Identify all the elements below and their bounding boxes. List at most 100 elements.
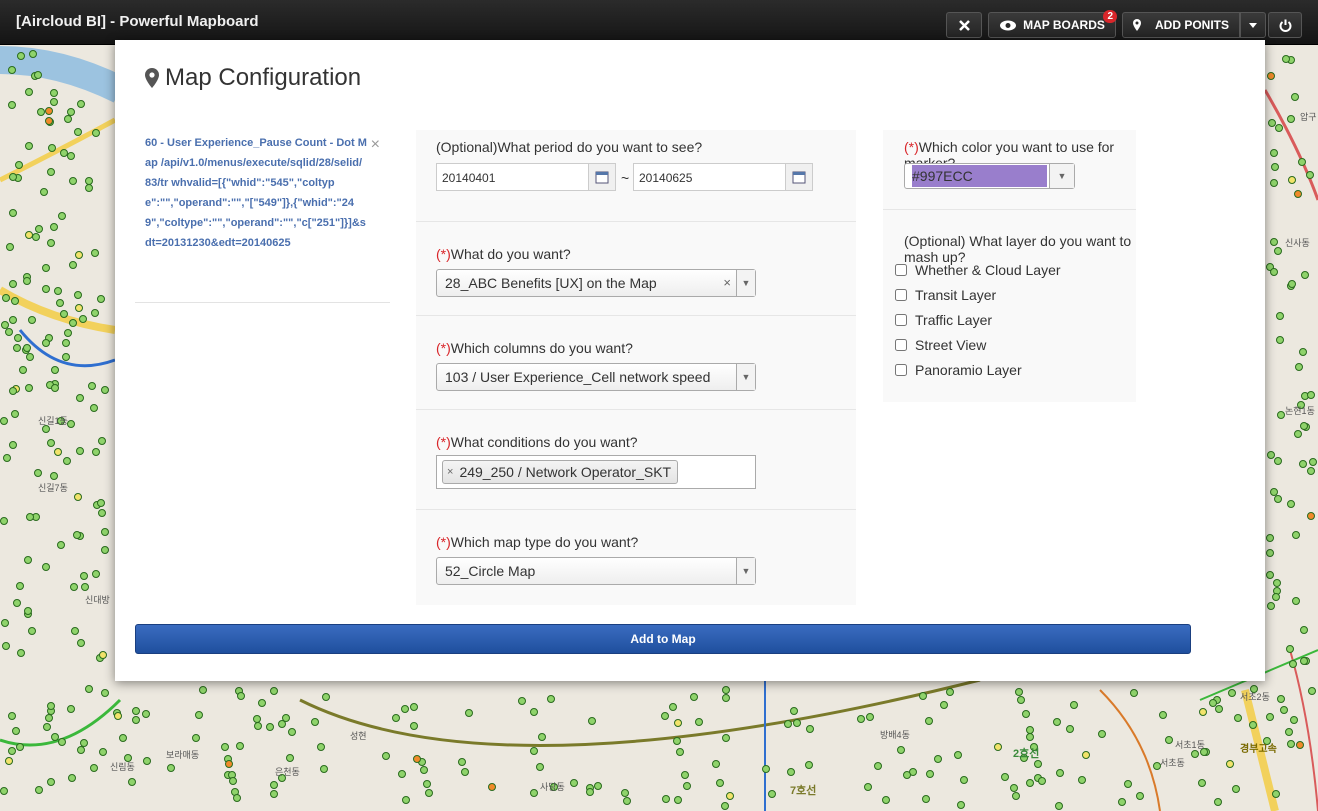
- map-marker-dot[interactable]: [1282, 55, 1290, 63]
- map-marker-dot[interactable]: [11, 297, 19, 305]
- map-marker-dot[interactable]: [42, 339, 50, 347]
- map-marker-dot[interactable]: [392, 714, 400, 722]
- map-marker-dot[interactable]: [132, 707, 140, 715]
- map-marker-dot[interactable]: [1056, 769, 1064, 777]
- map-marker-dot[interactable]: [1232, 785, 1240, 793]
- map-marker-dot[interactable]: [1124, 780, 1132, 788]
- map-marker-dot[interactable]: [669, 703, 677, 711]
- map-marker-dot[interactable]: [762, 765, 770, 773]
- map-marker-dot[interactable]: [1022, 710, 1030, 718]
- layer-traffic[interactable]: Traffic Layer: [895, 312, 992, 328]
- map-marker-dot[interactable]: [1066, 725, 1074, 733]
- map-marker-dot[interactable]: [1010, 784, 1018, 792]
- map-marker-dot[interactable]: [1266, 534, 1274, 542]
- map-marker-dot[interactable]: [12, 727, 20, 735]
- map-marker-dot[interactable]: [1300, 657, 1308, 665]
- map-marker-dot[interactable]: [5, 328, 13, 336]
- map-marker-dot[interactable]: [1228, 689, 1236, 697]
- map-marker-dot[interactable]: [1292, 531, 1300, 539]
- map-marker-dot[interactable]: [960, 776, 968, 784]
- map-marker-dot[interactable]: [92, 570, 100, 578]
- map-marker-dot[interactable]: [81, 583, 89, 591]
- map-marker-dot[interactable]: [410, 722, 418, 730]
- map-marker-dot[interactable]: [1277, 695, 1285, 703]
- map-marker-dot[interactable]: [1271, 163, 1279, 171]
- map-marker-dot[interactable]: [721, 802, 729, 810]
- map-marker-dot[interactable]: [1307, 512, 1315, 520]
- map-marker-dot[interactable]: [805, 761, 813, 769]
- map-marker-dot[interactable]: [16, 582, 24, 590]
- map-marker-dot[interactable]: [1277, 411, 1285, 419]
- map-marker-dot[interactable]: [1270, 268, 1278, 276]
- map-marker-dot[interactable]: [994, 743, 1002, 751]
- map-marker-dot[interactable]: [1165, 736, 1173, 744]
- map-marker-dot[interactable]: [1275, 124, 1283, 132]
- conditions-multiselect[interactable]: × 249_250 / Network Operator_SKT: [436, 455, 756, 489]
- map-marker-dot[interactable]: [768, 790, 776, 798]
- map-marker-dot[interactable]: [594, 782, 602, 790]
- map-marker-dot[interactable]: [42, 264, 50, 272]
- map-marker-dot[interactable]: [681, 771, 689, 779]
- data-source-select[interactable]: 28_ABC Benefits [UX] on the Map × ▼: [436, 269, 756, 297]
- map-marker-dot[interactable]: [47, 168, 55, 176]
- map-marker-dot[interactable]: [623, 797, 631, 805]
- map-marker-dot[interactable]: [716, 779, 724, 787]
- map-marker-dot[interactable]: [2, 642, 10, 650]
- map-marker-dot[interactable]: [45, 107, 53, 115]
- map-marker-dot[interactable]: [1249, 721, 1257, 729]
- map-marker-dot[interactable]: [70, 583, 78, 591]
- map-marker-dot[interactable]: [132, 716, 140, 724]
- map-marker-dot[interactable]: [458, 758, 466, 766]
- map-marker-dot[interactable]: [195, 711, 203, 719]
- map-marker-dot[interactable]: [99, 651, 107, 659]
- map-marker-dot[interactable]: [1276, 312, 1284, 320]
- map-marker-dot[interactable]: [67, 420, 75, 428]
- map-marker-dot[interactable]: [3, 454, 11, 462]
- map-marker-dot[interactable]: [570, 779, 578, 787]
- map-marker-dot[interactable]: [806, 725, 814, 733]
- map-marker-dot[interactable]: [90, 404, 98, 412]
- map-marker-dot[interactable]: [101, 386, 109, 394]
- map-marker-dot[interactable]: [946, 688, 954, 696]
- map-marker-dot[interactable]: [1215, 705, 1223, 713]
- map-marker-dot[interactable]: [1234, 714, 1242, 722]
- end-date-input[interactable]: 20140625: [633, 163, 813, 191]
- map-marker-dot[interactable]: [1270, 238, 1278, 246]
- map-marker-dot[interactable]: [1198, 779, 1206, 787]
- map-marker-dot[interactable]: [1270, 149, 1278, 157]
- start-date-input[interactable]: 20140401: [436, 163, 616, 191]
- map-marker-dot[interactable]: [1136, 792, 1144, 800]
- map-marker-dot[interactable]: [1276, 336, 1284, 344]
- map-marker-dot[interactable]: [488, 783, 496, 791]
- map-marker-dot[interactable]: [530, 747, 538, 755]
- map-marker-dot[interactable]: [402, 796, 410, 804]
- map-marker-dot[interactable]: [957, 801, 965, 809]
- map-marker-dot[interactable]: [57, 541, 65, 549]
- map-marker-dot[interactable]: [413, 755, 421, 763]
- map-marker-dot[interactable]: [674, 796, 682, 804]
- map-marker-dot[interactable]: [28, 316, 36, 324]
- layer-checkbox[interactable]: [895, 364, 907, 376]
- map-marker-dot[interactable]: [1, 619, 9, 627]
- map-marker-dot[interactable]: [897, 746, 905, 754]
- map-marker-dot[interactable]: [64, 115, 72, 123]
- map-marker-dot[interactable]: [63, 457, 71, 465]
- map-marker-dot[interactable]: [50, 89, 58, 97]
- map-marker-dot[interactable]: [35, 786, 43, 794]
- map-marker-dot[interactable]: [69, 261, 77, 269]
- map-marker-dot[interactable]: [1017, 696, 1025, 704]
- map-marker-dot[interactable]: [11, 410, 19, 418]
- map-marker-dot[interactable]: [1286, 645, 1294, 653]
- map-marker-dot[interactable]: [926, 770, 934, 778]
- map-marker-dot[interactable]: [266, 723, 274, 731]
- map-marker-dot[interactable]: [9, 209, 17, 217]
- map-marker-dot[interactable]: [425, 789, 433, 797]
- map-marker-dot[interactable]: [74, 493, 82, 501]
- map-marker-dot[interactable]: [29, 50, 37, 58]
- map-boards-button[interactable]: MAP BOARDS 2: [988, 10, 1117, 38]
- map-marker-dot[interactable]: [25, 88, 33, 96]
- map-marker-dot[interactable]: [1209, 699, 1217, 707]
- map-marker-dot[interactable]: [530, 708, 538, 716]
- map-marker-dot[interactable]: [1288, 280, 1296, 288]
- map-marker-dot[interactable]: [8, 101, 16, 109]
